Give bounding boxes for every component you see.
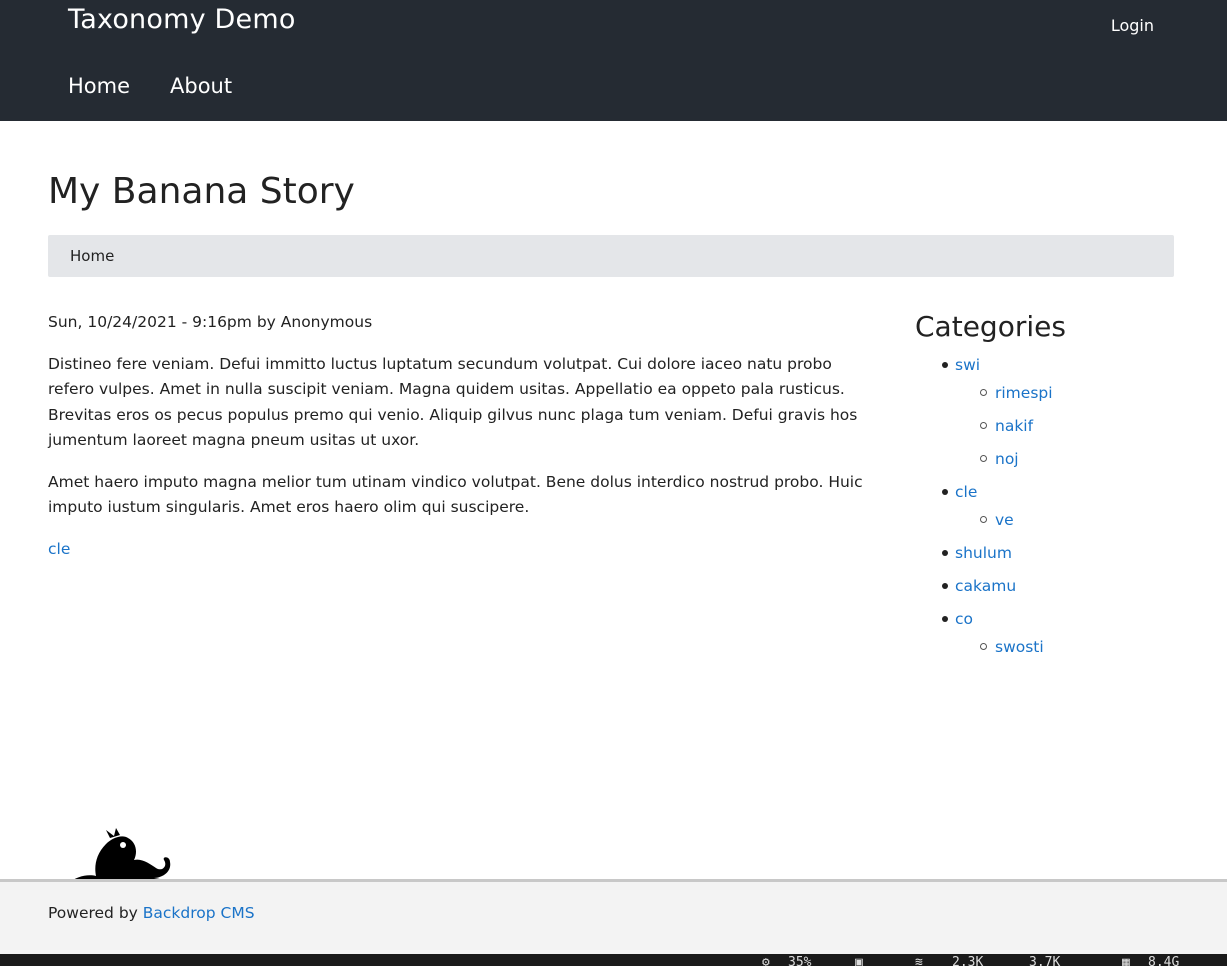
- subcategory-list: swosti: [955, 633, 1175, 661]
- system-taskbar: ⚙ 35% ▣ ≋ 2.3K 3.7K ▦ 8.4G: [0, 954, 1227, 966]
- cpu-icon: ⚙: [762, 955, 770, 966]
- cpu-usage: 35%: [788, 955, 812, 966]
- memory-usage: 8.4G: [1148, 955, 1180, 966]
- category-link-ve[interactable]: ve: [995, 511, 1014, 529]
- breadcrumb-home: Home: [70, 247, 115, 265]
- disk-icon: ▣: [855, 955, 863, 966]
- category-link-swosti[interactable]: swosti: [995, 638, 1044, 656]
- subcategory-item: rimespi: [955, 379, 1175, 407]
- subcategory-list: rimespi nakif noj: [955, 379, 1175, 473]
- article-content: Sun, 10/24/2021 - 9:16pm by Anonymous Di…: [48, 310, 880, 562]
- subcategory-item: swosti: [955, 633, 1175, 661]
- category-item: shulum: [915, 539, 1175, 567]
- powered-by: Powered by Backdrop CMS: [48, 904, 255, 922]
- category-item: co swosti: [915, 605, 1175, 661]
- article-paragraph: Distineo fere veniam. Defui immitto luct…: [48, 354, 858, 450]
- submitted-info: Sun, 10/24/2021 - 9:16pm by Anonymous: [48, 310, 880, 336]
- category-link-shulum[interactable]: shulum: [955, 544, 1012, 562]
- main-menu: Home About: [68, 74, 232, 98]
- submitted-by: by: [256, 313, 276, 331]
- article-paragraph: Amet haero imputo magna melior tum utina…: [48, 472, 863, 517]
- category-item: cakamu: [915, 572, 1175, 600]
- subcategory-item: noj: [955, 445, 1175, 473]
- categories-block: Categories swi rimespi nakif noj cle ve …: [915, 310, 1175, 666]
- menu-item-about[interactable]: About: [170, 74, 232, 98]
- category-link-noj[interactable]: noj: [995, 450, 1019, 468]
- subcategory-item: ve: [955, 506, 1175, 534]
- site-name-link[interactable]: Taxonomy Demo: [68, 4, 296, 35]
- memory-icon: ▦: [1122, 955, 1130, 966]
- categories-list: swi rimespi nakif noj cle ve shulum caka…: [915, 351, 1175, 661]
- author-name: Anonymous: [280, 313, 373, 331]
- subcategory-list: ve: [955, 506, 1175, 534]
- category-link-nakif[interactable]: nakif: [995, 417, 1033, 435]
- breadcrumb: Home: [48, 235, 1174, 277]
- submitted-date: Sun, 10/24/2021 - 9:16pm: [48, 313, 252, 331]
- category-link-rimespi[interactable]: rimespi: [995, 384, 1053, 402]
- page-title: My Banana Story: [48, 171, 355, 212]
- category-link-cakamu[interactable]: cakamu: [955, 577, 1016, 595]
- subcategory-item: nakif: [955, 412, 1175, 440]
- category-item: swi rimespi nakif noj: [915, 351, 1175, 473]
- category-item: cle ve: [915, 478, 1175, 534]
- net-download: 2.3K: [952, 955, 984, 966]
- net-upload: 3.7K: [1029, 955, 1061, 966]
- backdrop-cms-link[interactable]: Backdrop CMS: [143, 904, 255, 922]
- powered-by-label: Powered by: [48, 904, 138, 922]
- categories-title: Categories: [915, 310, 1066, 343]
- site-header: Taxonomy Demo Login Home About: [0, 0, 1227, 121]
- category-link-co[interactable]: co: [955, 610, 973, 628]
- tag-link-cle[interactable]: cle: [48, 540, 70, 558]
- category-link-swi[interactable]: swi: [955, 356, 980, 374]
- wifi-icon: ≋: [915, 955, 923, 966]
- menu-item-home[interactable]: Home: [68, 74, 130, 98]
- login-link[interactable]: Login: [1111, 16, 1154, 35]
- category-link-cle[interactable]: cle: [955, 483, 977, 501]
